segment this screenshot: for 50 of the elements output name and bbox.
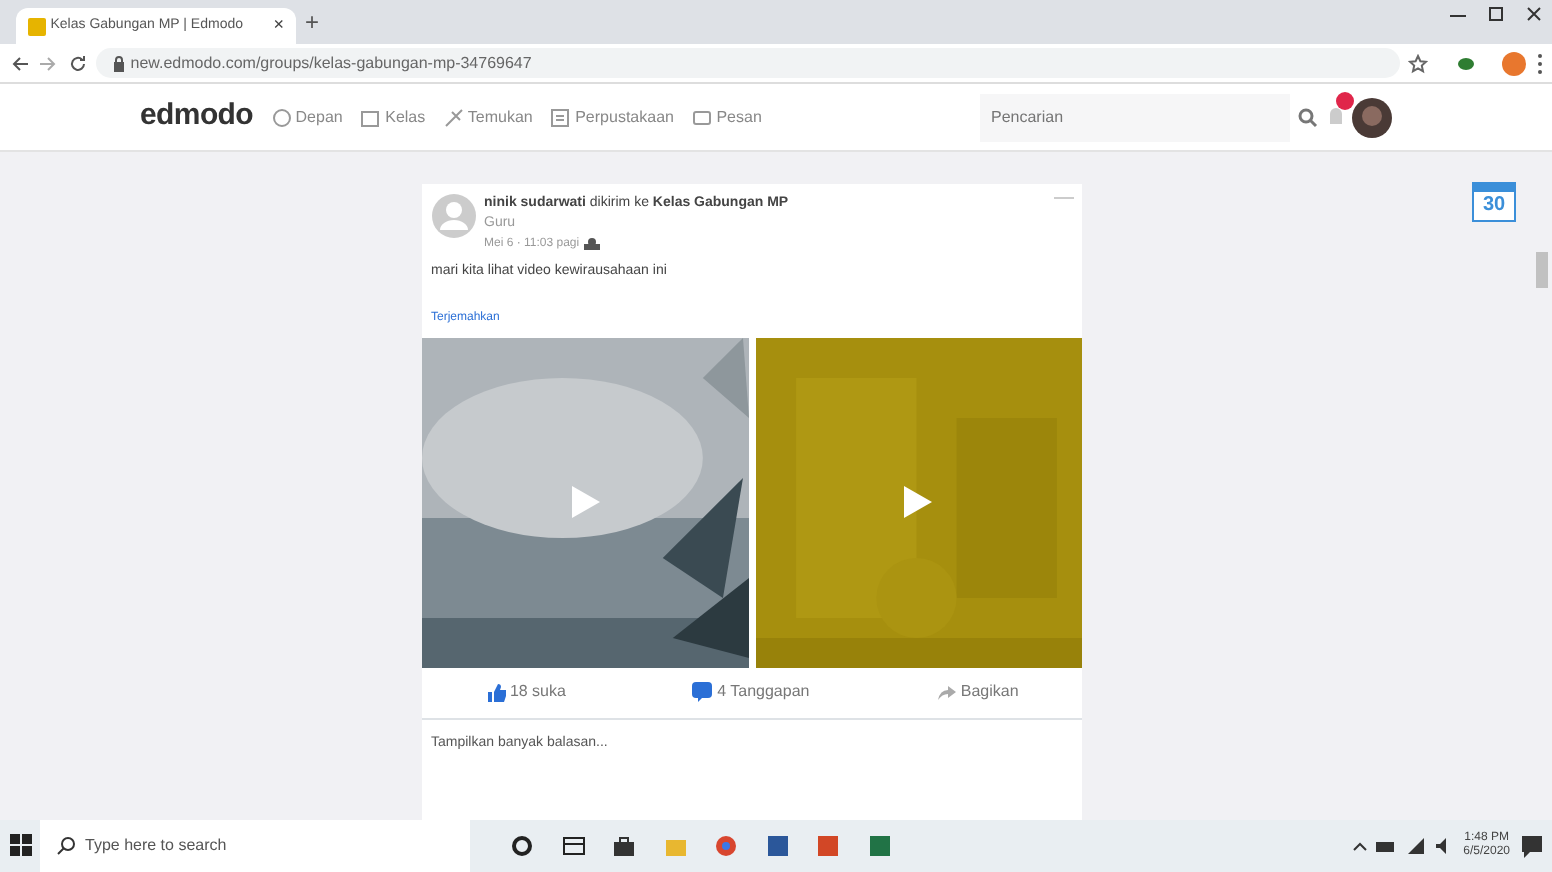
like-button[interactable]: 18 suka xyxy=(477,676,574,708)
taskbar-search-field[interactable]: Type here to search xyxy=(40,820,470,872)
brand-logo[interactable]: edmodo xyxy=(140,94,254,140)
nav-link[interactable]: Depan xyxy=(271,105,343,129)
battery-icon[interactable] xyxy=(1376,839,1397,853)
reload-icon[interactable] xyxy=(67,53,87,73)
lock-icon xyxy=(112,55,126,71)
wifi-icon[interactable] xyxy=(1405,838,1426,854)
calendar-icon[interactable]: 30 xyxy=(1472,182,1516,222)
notification-dot xyxy=(1335,91,1353,110)
comment-icon xyxy=(692,682,713,702)
play-icon[interactable] xyxy=(902,484,935,520)
powerpoint-icon[interactable] xyxy=(816,834,840,858)
favicon-icon xyxy=(28,17,46,35)
browser-icon[interactable] xyxy=(714,834,738,858)
nav-link[interactable]: Pesan xyxy=(691,105,762,129)
avatar[interactable] xyxy=(1352,97,1392,137)
share-icon xyxy=(936,682,957,702)
address-field[interactable]: new.edmodo.com/groups/kelas-gabungan-mp-34769647 xyxy=(96,48,1399,78)
close-icon[interactable] xyxy=(1523,4,1543,25)
nav-link[interactable]: Kelas xyxy=(360,105,426,129)
scrollbar-thumb[interactable] xyxy=(1536,252,1548,288)
nav-link[interactable]: Temukan xyxy=(443,105,533,129)
message-icon xyxy=(691,107,712,127)
back-icon[interactable] xyxy=(9,53,29,73)
excel-icon[interactable] xyxy=(867,834,891,858)
share-button[interactable]: Bagikan xyxy=(928,676,1027,708)
classroom-icon xyxy=(360,107,381,127)
word-icon[interactable] xyxy=(765,834,789,858)
group-icon xyxy=(583,238,600,250)
search-icon xyxy=(56,836,76,856)
search-icon[interactable] xyxy=(1298,107,1318,127)
nav-link[interactable]: Perpustakaan xyxy=(550,105,674,129)
restore-icon[interactable] xyxy=(1485,4,1505,25)
search-field[interactable]: Pencarian xyxy=(979,93,1289,141)
notification-icon[interactable] xyxy=(1519,834,1543,858)
comment-button[interactable]: 4 Tanggapan xyxy=(684,676,818,708)
windows-icon[interactable] xyxy=(9,834,31,857)
tab-close[interactable]: × xyxy=(273,12,284,40)
home-icon xyxy=(271,107,292,127)
new-tab-button[interactable]: + xyxy=(305,4,320,41)
cortana-icon[interactable] xyxy=(510,834,534,858)
kebab-menu-icon[interactable] xyxy=(1535,51,1543,75)
star-icon[interactable] xyxy=(1408,53,1428,73)
store-icon[interactable] xyxy=(612,834,636,858)
book-icon xyxy=(550,107,571,127)
like-icon xyxy=(485,682,506,702)
chevron-up-icon[interactable] xyxy=(1351,840,1368,852)
task-view-icon[interactable] xyxy=(561,834,585,858)
user-avatar-icon xyxy=(431,193,475,237)
